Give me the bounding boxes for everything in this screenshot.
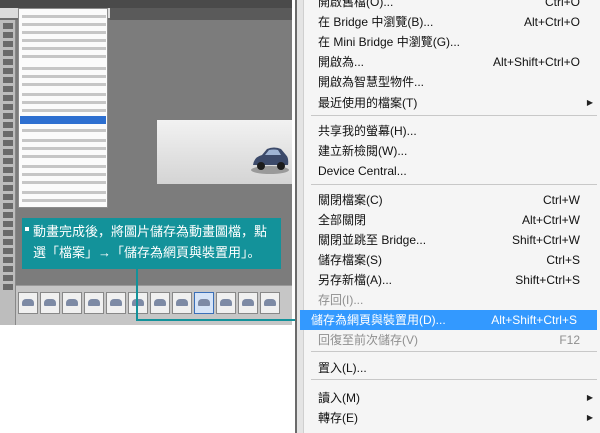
car-icon	[251, 147, 289, 174]
menu-item-7[interactable]: 共享我的螢幕(H)...	[307, 121, 600, 141]
menu-item-label: 關閉並跳至 Bridge...	[318, 233, 427, 247]
menu-item-16[interactable]: 儲存為網頁與裝置用(D)... Alt+Shift+Ctrl+S	[300, 310, 597, 330]
animation-frame-selected[interactable]	[194, 292, 214, 314]
menu-item-4[interactable]: 開啟為... Alt+Shift+Ctrl+O	[307, 52, 600, 72]
menu-item-1[interactable]: 開啟舊檔(O)... Ctrl+O	[307, 0, 600, 12]
menu-item-shortcut: Ctrl+W	[543, 193, 580, 207]
menu-item-20[interactable]: 轉存(E) ▶	[307, 408, 600, 428]
mini-file-menu	[18, 8, 108, 208]
menu-item-8[interactable]: 建立新檢閱(W)...	[307, 141, 600, 161]
menu-item-shortcut: Alt+Shift+Ctrl+O	[492, 55, 580, 69]
menu-item-shortcut: Alt+Ctrl+O	[523, 15, 580, 29]
menu-item-label: Device Central...	[318, 164, 407, 178]
animation-frame[interactable]	[238, 292, 258, 314]
menu-item-shortcut: Shift+Ctrl+W	[511, 233, 580, 247]
menu-item-label: 開啟舊檔(O)...	[318, 0, 394, 9]
photoshop-window-thumbnail	[0, 0, 292, 325]
animation-frame[interactable]	[106, 292, 126, 314]
menu-item-shortcut: Ctrl+O	[544, 0, 580, 9]
menu-item-label: 存回(I)...	[318, 293, 364, 307]
menu-item-5[interactable]: 開啟為智慧型物件...	[307, 72, 600, 92]
animation-frame[interactable]	[18, 292, 38, 314]
callout-bullet	[25, 227, 29, 231]
menu-item-label: 回復至前次儲存(V)	[318, 333, 418, 347]
menu-gutter	[297, 0, 304, 433]
menu-item-10[interactable]: 關閉檔案(C) Ctrl+W	[307, 190, 600, 210]
menu-item-shortcut: Ctrl+S	[546, 253, 580, 267]
animation-frame[interactable]	[128, 292, 148, 314]
menu-item-label: 讀入(M)	[318, 391, 360, 405]
menu-item-label: 在 Mini Bridge 中瀏覽(G)...	[318, 35, 461, 49]
animation-frame[interactable]	[216, 292, 236, 314]
menu-item-11[interactable]: 全部關閉 Alt+Ctrl+W	[307, 210, 600, 230]
chevron-right-icon: ▶	[586, 393, 593, 402]
menu-item-label: 關閉檔案(C)	[318, 193, 383, 207]
menu-item-label: 儲存為網頁與裝置用(D)...	[311, 313, 446, 327]
menu-item-17[interactable]: 回復至前次儲存(V) F12	[307, 330, 600, 350]
chevron-right-icon: ▶	[586, 98, 593, 107]
menu-item-19[interactable]: 讀入(M) ▶	[307, 388, 600, 408]
animation-frame[interactable]	[84, 292, 104, 314]
menu-item-2[interactable]: 在 Bridge 中瀏覽(B)... Alt+Ctrl+O	[307, 12, 600, 32]
menu-item-shortcut: Alt+Shift+Ctrl+S	[491, 313, 577, 327]
menu-item-label: 轉存(E)	[318, 411, 358, 425]
menu-item-shortcut: F12	[559, 333, 580, 347]
menu-item-label: 開啟為智慧型物件...	[318, 75, 425, 89]
menu-item-shortcut: Alt+Ctrl+W	[521, 213, 580, 227]
file-menu: 開啟舊檔(O)... Ctrl+O 在 Bridge 中瀏覽(B)... Alt+Ct…	[295, 0, 600, 433]
instruction-callout: 動畫完成後，將圖片儲存為動畫圖檔，點選「檔案」→「儲存為網頁與裝置用」。	[22, 218, 281, 269]
animation-frame[interactable]	[172, 292, 192, 314]
animation-frame[interactable]	[260, 292, 280, 314]
animation-frame[interactable]	[150, 292, 170, 314]
menu-item-label: 開啟為...	[318, 55, 365, 69]
mini-menu-highlight	[20, 116, 106, 124]
menu-separator	[311, 379, 597, 380]
menu-item-3[interactable]: 在 Mini Bridge 中瀏覽(G)...	[307, 32, 600, 52]
menu-item-13[interactable]: 儲存檔案(S) Ctrl+S	[307, 250, 600, 270]
menu-item-6[interactable]: 最近使用的檔案(T) ▶	[307, 93, 600, 113]
animation-frame[interactable]	[62, 292, 82, 314]
toolbox	[0, 20, 16, 325]
menu-separator	[311, 115, 597, 116]
menu-item-shortcut: Shift+Ctrl+S	[515, 273, 580, 287]
menu-item-label: 建立新檢閱(W)...	[318, 144, 408, 158]
menu-separator	[311, 351, 597, 352]
menu-item-15[interactable]: 存回(I)...	[307, 290, 600, 310]
menu-item-label: 置入(L)...	[318, 361, 367, 375]
menu-item-label: 另存新檔(A)...	[318, 273, 392, 287]
menu-item-12[interactable]: 關閉並跳至 Bridge... Shift+Ctrl+W	[307, 230, 600, 250]
menu-item-label: 在 Bridge 中瀏覽(B)...	[318, 15, 434, 29]
menu-item-18[interactable]: 置入(L)...	[307, 358, 600, 378]
menu-item-label: 共享我的螢幕(H)...	[318, 124, 417, 138]
chevron-right-icon: ▶	[586, 413, 593, 422]
menu-separator	[311, 184, 597, 185]
menu-item-9[interactable]: Device Central...	[307, 161, 600, 181]
callout-text: 動畫完成後，將圖片儲存為動畫圖檔，點選「檔案」→「儲存為網頁與裝置用」。	[33, 224, 268, 260]
menu-item-label: 儲存檔案(S)	[318, 253, 382, 267]
animation-frame[interactable]	[40, 292, 60, 314]
menu-item-label: 全部關閉	[318, 213, 367, 227]
menu-item-label: 最近使用的檔案(T)	[318, 96, 418, 110]
options-bar	[110, 8, 292, 20]
menu-item-14[interactable]: 另存新檔(A)... Shift+Ctrl+S	[307, 270, 600, 290]
